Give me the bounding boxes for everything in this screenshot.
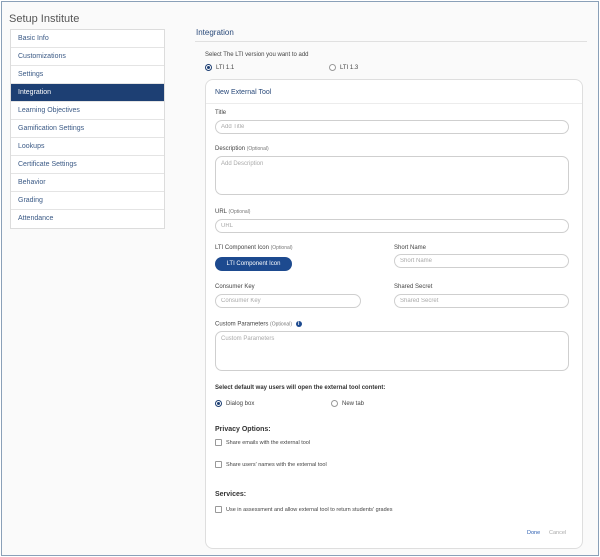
sidebar-item-gamification-settings[interactable]: Gamification Settings xyxy=(11,120,164,138)
section-title: Integration xyxy=(196,28,234,37)
description-optional: (Optional) xyxy=(246,146,269,152)
lti-13-radio[interactable] xyxy=(329,64,336,71)
new-tab-label: New tab xyxy=(342,400,365,407)
description-label-text: Description xyxy=(215,146,246,152)
custom-params-optional: (Optional) xyxy=(270,321,292,328)
shared-secret-label: Shared Secret xyxy=(394,284,433,290)
consumer-key-label: Consumer Key xyxy=(215,284,255,290)
done-button[interactable]: Done xyxy=(527,530,540,536)
sidebar-item-behavior[interactable]: Behavior xyxy=(11,174,164,192)
sidebar-item-customizations[interactable]: Customizations xyxy=(11,48,164,66)
lti-11-radio[interactable] xyxy=(205,64,212,71)
share-names-option[interactable]: Share users' names with the external too… xyxy=(215,461,327,468)
consumer-key-input[interactable] xyxy=(215,294,361,308)
sidebar-item-integration[interactable]: Integration xyxy=(11,84,164,102)
url-label-text: URL xyxy=(215,209,227,215)
page-title: Setup Institute xyxy=(9,13,80,25)
sidebar-item-learning-objectives[interactable]: Learning Objectives xyxy=(11,102,164,120)
open-mode-label: Select default way users will open the e… xyxy=(215,385,386,391)
share-names-checkbox[interactable] xyxy=(215,461,222,468)
description-label: Description (Optional) xyxy=(215,146,269,152)
new-external-tool-card: New External Tool Title Description (Opt… xyxy=(205,79,583,549)
sidebar-item-certificate-settings[interactable]: Certificate Settings xyxy=(11,156,164,174)
short-name-input[interactable] xyxy=(394,254,569,268)
new-tab-radio[interactable] xyxy=(331,400,338,407)
lti-icon-optional: (Optional) xyxy=(270,245,293,251)
share-names-label: Share users' names with the external too… xyxy=(226,461,327,468)
new-tab-option[interactable]: New tab xyxy=(331,400,364,407)
services-heading: Services: xyxy=(215,491,247,498)
settings-sidebar: Basic Info Customizations Settings Integ… xyxy=(10,29,165,229)
dialog-box-label: Dialog box xyxy=(226,400,255,407)
info-icon[interactable]: i xyxy=(295,321,302,327)
use-in-assessment-checkbox[interactable] xyxy=(215,506,222,513)
share-emails-checkbox[interactable] xyxy=(215,439,222,446)
sidebar-item-basic-info[interactable]: Basic Info xyxy=(11,30,164,48)
lti-13-label: LTI 1.3 xyxy=(340,64,359,71)
custom-params-label: Custom Parameters (Optional) i xyxy=(215,321,302,328)
card-divider xyxy=(206,103,582,104)
custom-params-input[interactable] xyxy=(215,331,569,371)
title-input[interactable] xyxy=(215,120,569,134)
lti-11-label: LTI 1.1 xyxy=(216,64,235,71)
use-in-assessment-option[interactable]: Use in assessment and allow external too… xyxy=(215,506,392,513)
url-input[interactable] xyxy=(215,219,569,233)
lti-icon-label-text: LTI Component Icon xyxy=(215,245,269,251)
short-name-label: Short Name xyxy=(394,245,427,251)
url-optional: (Optional) xyxy=(228,209,251,215)
sidebar-item-attendance[interactable]: Attendance xyxy=(11,210,164,228)
lti-component-icon-button[interactable]: LTI Component Icon xyxy=(215,257,292,271)
dialog-box-option[interactable]: Dialog box xyxy=(215,400,254,407)
privacy-heading: Privacy Options: xyxy=(215,426,271,433)
shared-secret-input[interactable] xyxy=(394,294,569,308)
title-label: Title xyxy=(215,110,227,116)
section-divider xyxy=(195,41,587,42)
card-title: New External Tool xyxy=(215,89,272,96)
custom-params-label-text: Custom Parameters xyxy=(215,321,269,328)
lti-11-option[interactable]: LTI 1.1 xyxy=(205,64,234,71)
url-label: URL (Optional) xyxy=(215,209,250,215)
lti-icon-label: LTI Component Icon (Optional) xyxy=(215,245,293,251)
share-emails-label: Share emails with the external tool xyxy=(226,439,311,446)
lti-version-prompt: Select The LTI version you want to add xyxy=(205,52,309,58)
dialog-box-radio[interactable] xyxy=(215,400,222,407)
description-input[interactable] xyxy=(215,156,569,195)
share-emails-option[interactable]: Share emails with the external tool xyxy=(215,439,310,446)
sidebar-item-settings[interactable]: Settings xyxy=(11,66,164,84)
use-in-assessment-label: Use in assessment and allow external too… xyxy=(226,506,393,513)
cancel-button[interactable]: Cancel xyxy=(549,530,566,536)
sidebar-item-lookups[interactable]: Lookups xyxy=(11,138,164,156)
lti-13-option[interactable]: LTI 1.3 xyxy=(329,64,358,71)
sidebar-item-grading[interactable]: Grading xyxy=(11,192,164,210)
